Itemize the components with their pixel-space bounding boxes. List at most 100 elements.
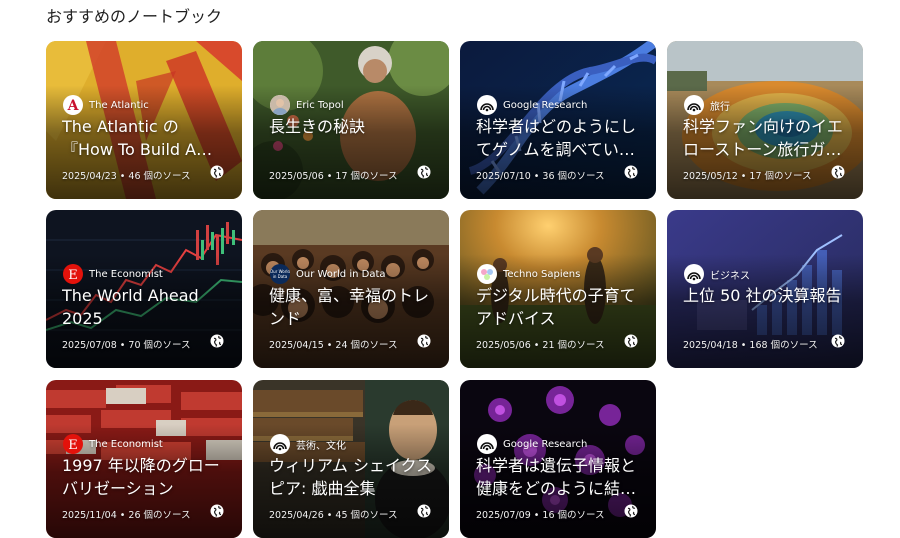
card-source-count: 21 個のソース xyxy=(542,340,605,351)
notebook-logo-icon xyxy=(684,95,704,115)
card-date: 2025/04/18 xyxy=(683,340,738,351)
notebook-card[interactable]: Techno Sapiens デジタル時代の子育てアドバイス 2025/05/0… xyxy=(460,210,656,368)
card-date: 2025/05/06 xyxy=(476,340,531,351)
card-title: 長生きの秘訣 xyxy=(269,117,366,136)
avatar-icon xyxy=(270,95,290,115)
card-source: Our World in Data Our World in Data xyxy=(270,264,386,284)
card-source-count: 16 個のソース xyxy=(542,510,605,521)
card-title: デジタル時代の子育てアドバイス xyxy=(476,286,636,328)
card-source-count: 168 個のソース xyxy=(749,340,818,351)
notebook-card[interactable]: 芸術、文化 ウィリアム シェイクスピア: 戯曲全集 2025/04/26 • 4… xyxy=(253,380,449,538)
card-source: Google Research xyxy=(477,95,587,115)
card-source-count: 70 個のソース xyxy=(128,340,191,351)
card-source: Techno Sapiens xyxy=(477,264,580,284)
card-source-name: The Economist xyxy=(89,268,163,280)
meta-separator: • xyxy=(737,171,750,182)
globe-icon xyxy=(210,334,224,348)
card-source-count: 17 個のソース xyxy=(749,171,812,182)
card-date: 2025/05/12 xyxy=(683,171,738,182)
card-source-name: ビジネス xyxy=(710,270,750,282)
card-source-name: The Economist xyxy=(89,438,163,450)
globe-icon xyxy=(210,504,224,518)
meta-separator: • xyxy=(323,171,336,182)
notebook-card[interactable]: E The Economist 1997 年以降のグローバリゼーション 2025… xyxy=(46,380,242,538)
globe-icon xyxy=(417,504,431,518)
card-source: E The Economist xyxy=(63,264,163,284)
card-title: 上位 50 社の決算報告 xyxy=(683,286,842,305)
notebook-card[interactable]: A The Atlantic The Atlantic の『How To Bui… xyxy=(46,41,242,199)
card-source: 芸術、文化 xyxy=(270,434,346,454)
card-meta: 2025/04/18 • 168 個のソース xyxy=(683,337,818,351)
card-meta: 2025/04/23 • 46 個のソース xyxy=(62,168,191,182)
card-source-count: 26 個のソース xyxy=(128,510,191,521)
globe-icon xyxy=(624,165,638,179)
card-source: Eric Topol xyxy=(270,95,344,115)
card-meta: 2025/05/12 • 17 個のソース xyxy=(683,168,812,182)
notebook-card[interactable]: Eric Topol 長生きの秘訣 2025/05/06 • 17 個のソース xyxy=(253,41,449,199)
notebook-grid: A The Atlantic The Atlantic の『How To Bui… xyxy=(0,0,900,538)
svg-text:E: E xyxy=(68,438,78,453)
svg-text:A: A xyxy=(67,98,80,114)
notebook-card[interactable]: Google Research 科学者はどのようにしてゲノムを調べているか 20… xyxy=(460,41,656,199)
economist-logo-icon: E xyxy=(63,434,83,454)
meta-separator: • xyxy=(116,340,129,351)
meta-separator: • xyxy=(737,340,750,351)
meta-separator: • xyxy=(116,171,129,182)
card-date: 2025/07/08 xyxy=(62,340,117,351)
globe-icon xyxy=(417,334,431,348)
card-source-name: 芸術、文化 xyxy=(296,440,346,452)
card-meta: 2025/05/06 • 21 個のソース xyxy=(476,337,605,351)
globe-icon xyxy=(831,334,845,348)
notebook-card[interactable]: ビジネス 上位 50 社の決算報告 2025/04/18 • 168 個のソース xyxy=(667,210,863,368)
globe-icon xyxy=(210,165,224,179)
economist-logo-icon: E xyxy=(63,264,83,284)
card-date: 2025/11/04 xyxy=(62,510,117,521)
card-source-count: 17 個のソース xyxy=(335,171,398,182)
card-source-count: 24 個のソース xyxy=(335,340,398,351)
notebook-card[interactable]: E The Economist The World Ahead 2025 202… xyxy=(46,210,242,368)
card-meta: 2025/07/08 • 70 個のソース xyxy=(62,337,191,351)
meta-separator: • xyxy=(323,340,336,351)
card-source-name: Techno Sapiens xyxy=(503,268,581,280)
card-title: 1997 年以降のグローバリゼーション xyxy=(62,456,220,498)
card-title: 健康、富、幸福のトレンド xyxy=(269,286,430,328)
card-meta: 2025/04/26 • 45 個のソース xyxy=(269,507,398,521)
card-date: 2025/07/10 xyxy=(476,171,531,182)
globe-icon xyxy=(831,165,845,179)
card-source: 旅行 xyxy=(684,95,730,115)
card-source-name: Google Research xyxy=(503,99,588,111)
card-meta: 2025/11/04 • 26 個のソース xyxy=(62,507,191,521)
card-date: 2025/04/15 xyxy=(269,340,324,351)
globe-icon xyxy=(624,504,638,518)
meta-separator: • xyxy=(323,510,336,521)
techno-sapiens-logo-icon xyxy=(477,264,497,284)
notebook-logo-icon xyxy=(477,434,497,454)
card-source-count: 46 個のソース xyxy=(128,171,191,182)
meta-separator: • xyxy=(530,340,543,351)
svg-text:E: E xyxy=(68,268,78,283)
notebook-card[interactable]: 旅行 科学ファン向けのイエローストーン旅行ガイド 2025/05/12 • 17… xyxy=(667,41,863,199)
notebook-card[interactable]: Google Research 科学者は遺伝子情報と健康をどのように結びつけてい… xyxy=(460,380,656,538)
card-source-name: Eric Topol xyxy=(296,99,344,111)
card-source-count: 36 個のソース xyxy=(542,171,605,182)
card-date: 2025/05/06 xyxy=(269,171,324,182)
owid-logo-icon: Our World in Data xyxy=(270,264,290,284)
card-source-count: 45 個のソース xyxy=(335,510,398,521)
card-meta: 2025/04/15 • 24 個のソース xyxy=(269,337,398,351)
card-date: 2025/04/26 xyxy=(269,510,324,521)
card-source: ビジネス xyxy=(684,264,750,284)
notebook-logo-icon xyxy=(477,95,497,115)
meta-separator: • xyxy=(116,510,129,521)
card-meta: 2025/07/09 • 16 個のソース xyxy=(476,507,605,521)
card-title: ウィリアム シェイクスピア: 戯曲全集 xyxy=(269,456,433,498)
atlantic-logo-icon: A xyxy=(63,95,83,115)
card-title: 科学者はどのようにしてゲノムを調べているか xyxy=(476,117,637,159)
card-source: E The Economist xyxy=(63,434,163,454)
card-source-name: Google Research xyxy=(503,438,588,450)
card-title: The World Ahead 2025 xyxy=(62,286,199,328)
card-meta: 2025/05/06 • 17 個のソース xyxy=(269,168,398,182)
notebook-logo-icon xyxy=(684,264,704,284)
notebook-card[interactable]: Our World in Data Our World in Data 健康、富、… xyxy=(253,210,449,368)
card-date: 2025/04/23 xyxy=(62,171,117,182)
meta-separator: • xyxy=(530,510,543,521)
